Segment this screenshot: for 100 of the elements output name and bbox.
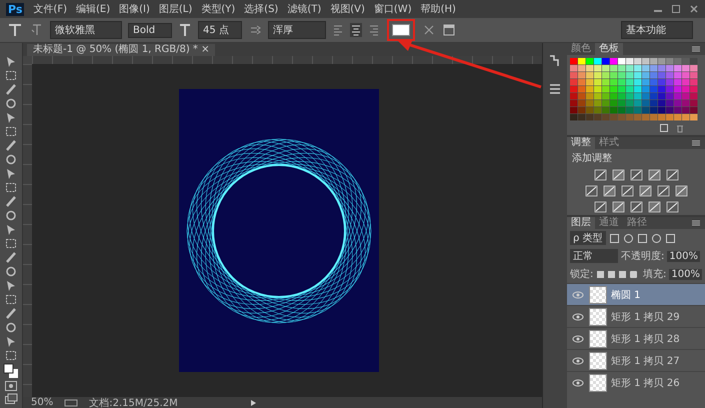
menu-item[interactable]: 图像(I) [119,2,150,16]
opacity-field[interactable]: 100% [667,250,700,262]
tool-icon[interactable] [4,125,18,138]
panel-tab[interactable]: 通道 [595,217,623,229]
panel-tab[interactable]: 色板 [595,43,623,55]
eye-icon[interactable] [571,356,585,366]
text-tool-icon[interactable] [6,22,24,38]
blend-mode-dropdown[interactable]: 正常 [570,249,618,263]
menu-item[interactable]: 选择(S) [244,2,278,16]
fill-label: 填充: [643,268,666,281]
tool-icon[interactable] [4,139,18,152]
antialias-dropdown[interactable]: 浑厚 [268,21,326,39]
share-icon[interactable] [63,398,80,408]
align-right-icon[interactable] [368,23,380,37]
tool-icon[interactable] [4,237,18,250]
zoom-level[interactable]: 50% [31,397,54,408]
tool-icon[interactable] [4,153,18,166]
menu-item[interactable]: 图层(L) [158,2,192,16]
layer-row[interactable]: 椭圆 1 [567,283,705,305]
adjustment-icon[interactable] [594,169,606,181]
adjustment-icon[interactable] [612,201,624,213]
tool-icon[interactable] [4,209,18,222]
close-tab-button[interactable]: × [201,44,210,55]
adjustment-icon[interactable] [648,169,660,181]
panels-toggle-icon[interactable] [442,22,456,38]
menu-item[interactable]: 文件(F) [33,2,67,16]
menu-item[interactable]: 类型(Y) [201,2,236,16]
menu-item[interactable]: 窗口(W) [374,2,412,16]
panel-tab[interactable]: 图层 [567,217,595,229]
layer-row[interactable]: 矩形 1 拷贝 27 [567,349,705,371]
font-size-dropdown[interactable]: 45 点 [198,21,242,39]
panel-tab[interactable]: 路径 [623,217,651,229]
menu-item[interactable]: 编辑(E) [76,2,110,16]
layer-row[interactable]: 矩形 1 拷贝 26 [567,371,705,393]
adjustment-icon[interactable] [630,169,642,181]
tool-icon[interactable] [4,97,18,110]
adjustment-icon[interactable] [630,201,642,213]
adjustment-icon[interactable] [648,201,660,213]
filter-icon[interactable] [623,232,634,244]
panel-menu-icon[interactable] [691,139,701,147]
tool-icon[interactable] [4,349,18,362]
workspace-dropdown[interactable]: 基本功能 [621,21,693,39]
close-icon[interactable] [689,4,699,14]
tool-icon[interactable] [4,265,18,278]
adjustment-icon[interactable] [602,185,616,197]
tool-icon[interactable] [4,321,18,334]
document-tab[interactable]: 未标题-1 @ 50% (椭圆 1, RGB/8) * × [27,44,216,56]
font-size-icon [178,22,192,38]
layer-thumbnail [589,308,607,326]
color-swatches-icon[interactable] [3,363,19,379]
adjustment-icon[interactable] [612,169,624,181]
maximize-icon[interactable] [671,4,681,14]
adjustment-icon[interactable] [638,185,652,197]
eye-icon[interactable] [571,312,585,322]
layer-filter-dropdown[interactable]: ρ 类型 [570,231,606,245]
menu-item[interactable]: 滤镜(T) [287,2,322,16]
layer-thumbnail [589,352,607,370]
panel-tab[interactable]: 颜色 [567,43,595,55]
font-family-dropdown[interactable]: 微软雅黑 [50,21,122,39]
menu-item[interactable]: 视图(V) [330,2,365,16]
filter-icon[interactable] [637,232,648,244]
text-orientation-icon[interactable] [30,22,44,38]
tool-icon[interactable] [4,181,18,194]
menu-item[interactable]: 帮助(H) [420,2,456,16]
adjustment-icon[interactable] [584,185,598,197]
panel-menu-icon[interactable] [691,45,701,53]
adjustment-icon[interactable] [594,201,606,213]
align-center-icon[interactable] [350,23,362,37]
adjustment-icon[interactable] [656,185,670,197]
adjustment-icon[interactable] [666,201,678,213]
fill-field[interactable]: 100% [669,268,702,280]
layer-row[interactable]: 矩形 1 拷贝 28 [567,327,705,349]
tool-icon[interactable] [4,69,18,82]
panel-tab[interactable]: 调整 [567,137,595,149]
filter-icon[interactable] [665,232,676,244]
trash-icon[interactable] [675,123,685,133]
font-style-dropdown[interactable]: Bold [128,22,172,38]
adjustment-icon[interactable] [620,185,634,197]
layer-name: 矩形 1 拷贝 26 [611,376,680,390]
tool-icon[interactable] [4,83,18,96]
tool-icon[interactable] [4,195,18,208]
align-left-icon[interactable] [332,23,344,37]
tool-icon[interactable] [4,307,18,320]
panel-tab[interactable]: 样式 [595,137,623,149]
eye-icon[interactable] [571,334,585,344]
layer-name: 椭圆 1 [611,288,641,302]
panel-menu-icon[interactable] [691,219,701,227]
layer-row[interactable]: 矩形 1 拷贝 29 [567,305,705,327]
screen-mode-icon[interactable] [4,393,18,405]
filter-icon[interactable] [609,232,620,244]
filter-icon[interactable] [651,232,662,244]
eye-icon[interactable] [571,378,585,388]
quick-mask-icon[interactable] [4,380,18,392]
text-color-swatch[interactable] [392,24,410,36]
adjustment-icon[interactable] [674,185,688,197]
tool-icon[interactable] [4,293,18,306]
eye-icon[interactable] [571,290,585,300]
adjustment-icon[interactable] [666,169,678,181]
new-swatch-icon[interactable] [659,123,669,133]
tool-icon[interactable] [4,251,18,264]
